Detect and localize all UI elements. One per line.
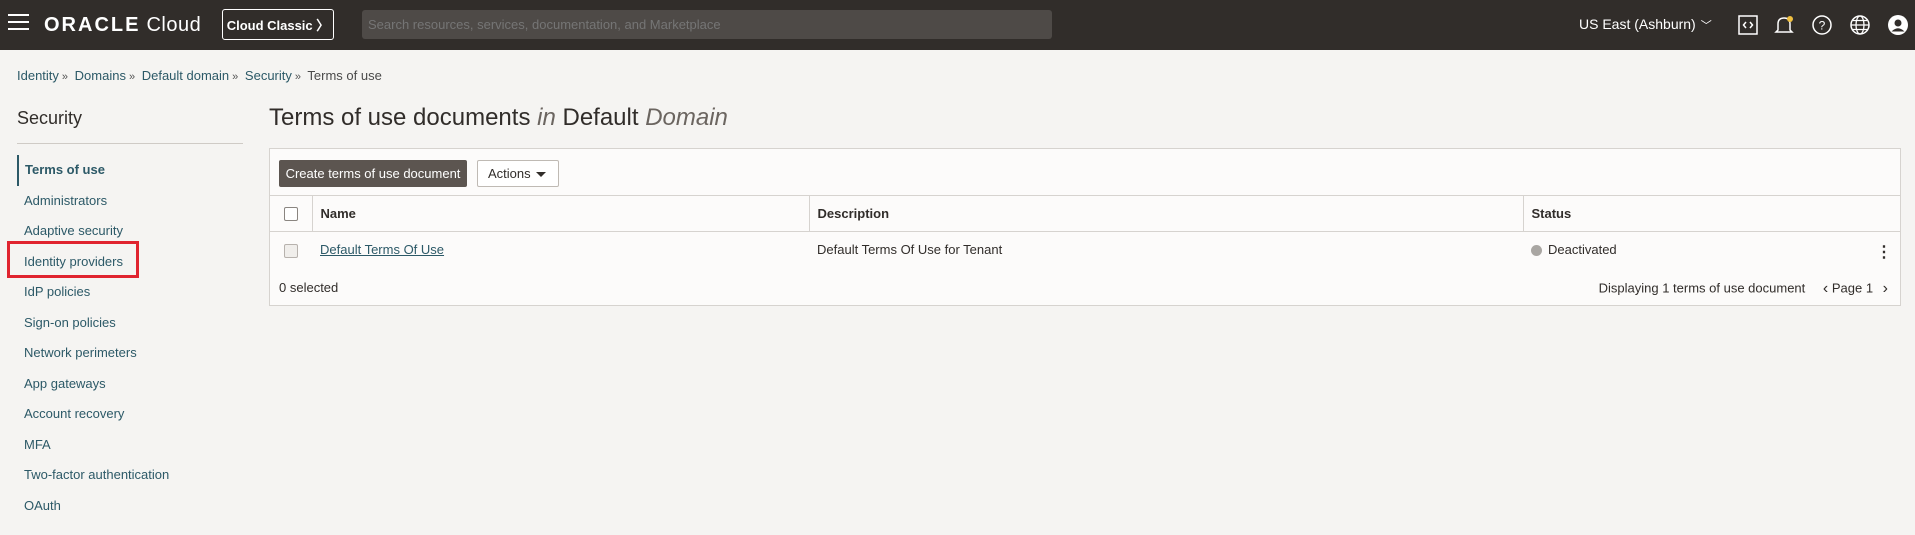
select-all-cell <box>270 195 313 232</box>
sidebar-item-administrators[interactable]: Administrators <box>17 186 247 217</box>
highlight-annotation-box <box>7 241 139 278</box>
oracle-cloud-logo[interactable]: ORACLE Cloud <box>44 14 201 37</box>
terms-of-use-table: Name Description Status Default Terms Of… <box>270 195 1900 268</box>
cloud-classic-label: Cloud Classic <box>226 18 313 33</box>
chevron-right-icon: 〉 <box>316 18 330 33</box>
chevron-down-icon: ﹀ <box>1700 20 1712 32</box>
user-profile-icon[interactable] <box>1886 13 1910 37</box>
sidebar-item-network-perimeters[interactable]: Network perimeters <box>17 338 247 369</box>
row-name-cell: Default Terms Of Use <box>312 231 809 268</box>
top-navigation-bar: ORACLECloud Cloud Classic 〉 US East (Ash… <box>0 0 1915 50</box>
breadcrumb-current: Terms of use <box>307 68 382 83</box>
title-domain: Domain <box>645 104 728 131</box>
svg-text:?: ? <box>1819 19 1826 33</box>
displaying-count-text: Displaying 1 terms of use document <box>1598 280 1806 296</box>
select-all-checkbox[interactable] <box>283 207 298 222</box>
hamburger-menu-icon[interactable] <box>8 14 29 30</box>
column-header-name[interactable]: Name <box>312 195 810 232</box>
row-description-cell: Default Terms Of Use for Tenant <box>809 231 1523 268</box>
selected-count: 0 selected <box>279 280 339 295</box>
caret-down-icon <box>536 172 546 177</box>
sidebar-nav: Terms of use Administrators Adaptive sec… <box>17 155 247 521</box>
breadcrumb-separator: » <box>232 71 239 83</box>
breadcrumb-separator: » <box>128 71 136 83</box>
breadcrumb: Identity» Domains» Default domain» Secur… <box>17 68 382 83</box>
sidebar-item-app-gateways[interactable]: App gateways <box>17 369 247 400</box>
create-terms-of-use-button[interactable]: Create terms of use document <box>279 160 467 187</box>
sidebar-item-account-recovery[interactable]: Account recovery <box>17 399 247 430</box>
sidebar-item-oauth[interactable]: OAuth <box>17 491 247 522</box>
help-icon[interactable]: ? <box>1810 13 1834 37</box>
sidebar-item-idp-policies[interactable]: IdP policies <box>17 277 247 308</box>
row-select-cell <box>270 231 312 268</box>
breadcrumb-security[interactable]: Security <box>245 68 292 83</box>
actions-label: Actions <box>488 166 531 181</box>
terms-of-use-name-link[interactable]: Default Terms Of Use <box>320 242 444 257</box>
sidebar-item-two-factor-authentication[interactable]: Two-factor authentication <box>17 460 247 491</box>
region-selector[interactable]: US East (Ashburn) ﹀ <box>1579 16 1712 33</box>
title-part1: Terms of use documents <box>269 104 531 131</box>
sidebar-item-terms-of-use[interactable]: Terms of use <box>17 155 247 186</box>
actions-dropdown-button[interactable]: Actions <box>477 160 559 187</box>
column-header-status[interactable]: Status <box>1523 195 1900 232</box>
notifications-bell-icon[interactable] <box>1772 13 1796 37</box>
cloud-shell-icon[interactable] <box>1736 13 1760 37</box>
status-text: Deactivated <box>1548 242 1617 258</box>
row-status-cell: Deactivated ⋮ <box>1523 231 1900 268</box>
breadcrumb-default-domain[interactable]: Default domain <box>142 68 229 83</box>
search-input[interactable] <box>362 10 1052 39</box>
table-header-row: Name Description Status <box>270 195 1900 232</box>
title-part2: Default <box>562 104 639 131</box>
breadcrumb-domains[interactable]: Domains <box>75 68 126 83</box>
row-checkbox[interactable] <box>284 243 298 258</box>
sidebar-item-mfa[interactable]: MFA <box>17 430 247 461</box>
column-header-description[interactable]: Description <box>809 195 1524 232</box>
next-page-icon[interactable]: › <box>1883 280 1888 298</box>
previous-page-icon[interactable]: ‹ <box>1823 280 1828 298</box>
row-actions-kebab-icon[interactable]: ⋮ <box>1876 242 1892 262</box>
breadcrumb-identity[interactable]: Identity <box>17 68 59 83</box>
page-title: Terms of use documents in Default Domain <box>269 104 728 132</box>
cloud-classic-button[interactable]: Cloud Classic 〉 <box>222 9 334 40</box>
page-number-text: Page 1 <box>1831 280 1874 296</box>
sidebar-divider <box>17 143 243 144</box>
sidebar-title: Security <box>17 108 83 128</box>
logo-cloud-text: Cloud <box>146 14 202 36</box>
logo-oracle-text: ORACLE <box>44 14 141 36</box>
pagination: Displaying 1 terms of use document ‹ Pag… <box>1599 280 1888 298</box>
table-row: Default Terms Of Use Default Terms Of Us… <box>270 231 1900 268</box>
terms-of-use-table-panel: Create terms of use document Actions Nam… <box>269 148 1901 306</box>
breadcrumb-separator: » <box>61 71 69 83</box>
breadcrumb-separator: » <box>294 71 302 83</box>
language-globe-icon[interactable] <box>1848 13 1872 37</box>
title-in: in <box>537 104 556 131</box>
sidebar-item-sign-on-policies[interactable]: Sign-on policies <box>17 308 247 339</box>
status-dot-icon <box>1531 245 1542 257</box>
region-label: US East (Ashburn) <box>1579 16 1696 32</box>
